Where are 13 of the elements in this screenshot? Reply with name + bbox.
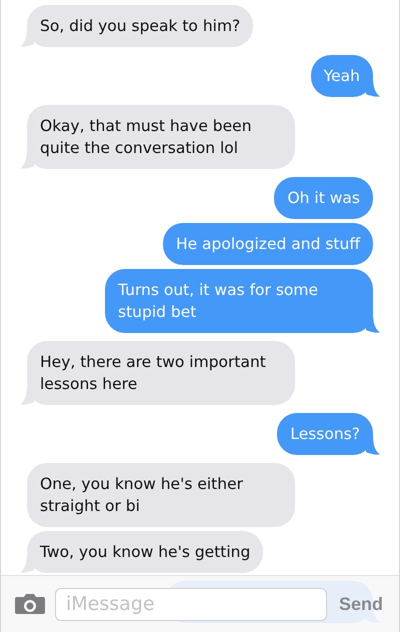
message-text: He apologized and stuff — [176, 235, 360, 253]
message-field[interactable]: iMessage — [55, 588, 327, 620]
message-text: Okay, that must have been quite the conversation lol — [40, 117, 252, 157]
camera-icon[interactable] — [15, 593, 45, 615]
message-text: One, you know he's either straight or bi — [40, 475, 243, 515]
message-text: Hey, there are two important lessons here — [40, 353, 266, 393]
message-text: Lessons? — [290, 425, 360, 443]
message-text: Oh it was — [287, 189, 360, 207]
message-text: Yeah — [324, 67, 360, 85]
message-text: Turns out, it was for some stupid bet — [118, 281, 318, 321]
send-button[interactable]: Send — [336, 594, 385, 614]
message-text: Two, you know he's getting — [40, 543, 250, 561]
message-text: So, did you speak to him? — [40, 17, 240, 35]
